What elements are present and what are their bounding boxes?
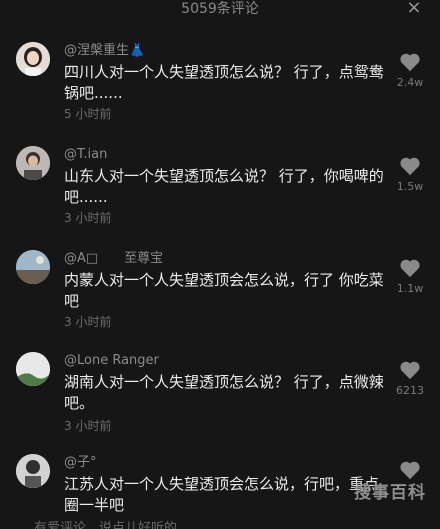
person-avatar-icon xyxy=(16,454,50,488)
comment-item: @T.ian 山东人对一个失望透顶怎么说？ 行了，你喝啤的吧...... 3 小… xyxy=(0,146,440,236)
like-count: 2.4w xyxy=(396,76,424,89)
comment-text: 湖南人对一个人失望透顶怎么说？ 行了，点微辣吧。 xyxy=(64,373,384,412)
like-button[interactable]: 2.4w xyxy=(392,52,428,90)
like-button[interactable]: 1.5w xyxy=(392,156,428,194)
heart-icon xyxy=(400,461,420,480)
girl-avatar-icon xyxy=(16,42,50,76)
like-button[interactable] xyxy=(392,460,428,480)
comment-item: @A□ 至尊宝 内蒙人对一个人失望透顶会怎么说，行了 你吃菜吧 3 小时前 1.… xyxy=(0,250,440,340)
comment-time: 3 小时前 xyxy=(64,419,112,433)
comment-count-title: 5059条评论 xyxy=(181,1,259,17)
comment-username[interactable]: @涅槃重生👗 xyxy=(64,42,145,60)
comment-username[interactable]: @Lone Ranger xyxy=(64,352,159,370)
like-count: 1.1w xyxy=(396,282,424,295)
avatar[interactable] xyxy=(16,146,50,180)
comment-username[interactable]: @T.ian xyxy=(64,146,107,164)
comment-text: 江苏人对一个人失望透顶会怎么说，行吧，重点圈一半吧 xyxy=(64,475,380,514)
comment-text: 四川人对一个人失望透顶怎么说？ 行了，点鸳鸯锅吧...... xyxy=(64,63,384,102)
comment-username[interactable]: @A□ 至尊宝 xyxy=(64,250,163,268)
comment-item: @Lone Ranger 湖南人对一个人失望透顶怎么说？ 行了，点微辣吧。 3 … xyxy=(0,352,440,444)
close-icon[interactable]: × xyxy=(404,0,424,18)
avatar[interactable] xyxy=(16,250,50,284)
sky-avatar-icon xyxy=(16,250,50,284)
comment-time: 5 小时前 xyxy=(64,107,112,121)
person-avatar-icon xyxy=(16,146,50,180)
comment-input-bar[interactable]: 有爱评论，说点儿好听的 xyxy=(0,515,440,529)
comment-time: 3 小时前 xyxy=(64,315,112,329)
comment-username[interactable]: @子° xyxy=(64,454,97,472)
avatar[interactable] xyxy=(16,42,50,76)
avatar[interactable] xyxy=(16,454,50,488)
comments-header: 5059条评论 × xyxy=(0,0,440,24)
comment-input[interactable]: 有爱评论，说点儿好听的 xyxy=(34,517,177,529)
comment-text: 内蒙人对一个人失望透顶会怎么说，行了 你吃菜吧 xyxy=(64,271,384,310)
like-count: 1.5w xyxy=(396,180,424,193)
like-button[interactable]: 6213 xyxy=(392,360,428,398)
like-count: 6213 xyxy=(396,384,424,397)
comment-time: 3 小时前 xyxy=(64,211,112,225)
like-button[interactable]: 1.1w xyxy=(392,258,428,296)
heart-icon xyxy=(400,361,420,380)
comment-text: 山东人对一个失望透顶怎么说？ 行了，你喝啤的吧...... xyxy=(64,167,384,206)
landscape-avatar-icon xyxy=(16,352,50,386)
heart-icon xyxy=(400,53,420,72)
comment-item: @涅槃重生👗 四川人对一个人失望透顶怎么说？ 行了，点鸳鸯锅吧...... 5 … xyxy=(0,42,440,132)
heart-icon xyxy=(400,259,420,278)
watermark: 搜事百科 xyxy=(354,483,426,503)
avatar[interactable] xyxy=(16,352,50,386)
heart-icon xyxy=(400,157,420,176)
